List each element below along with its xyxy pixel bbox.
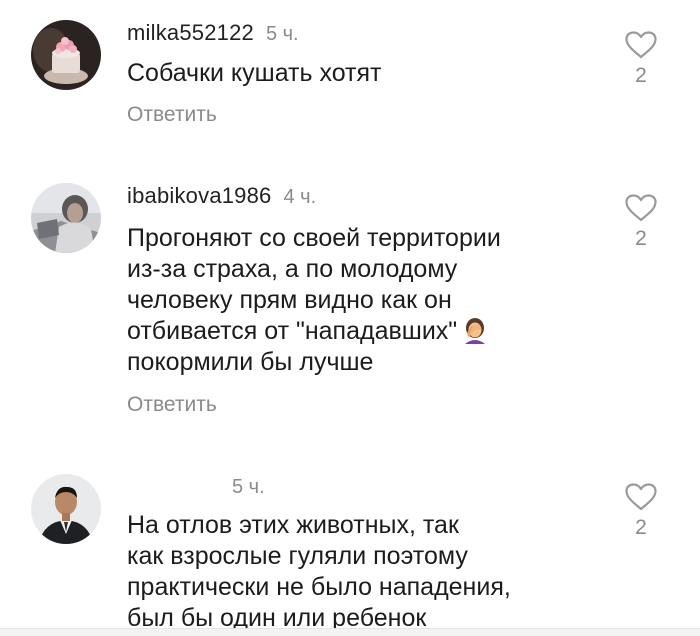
comment-line: был бы один или ребенок <box>127 604 427 628</box>
comment-meta: ibabikova1986 4 ч. <box>127 183 316 209</box>
comment-line: человеку прям видно как он <box>127 286 452 314</box>
comment-line: Прогоняют со своей территории <box>127 224 501 252</box>
like-count: 2 <box>635 516 647 539</box>
comment-time: 5 ч. <box>265 23 299 45</box>
comment-line: отбивается от "нападавших" <box>127 316 597 347</box>
username[interactable]: ibabikova1986 <box>127 183 272 208</box>
comment-line: Собачки кушать хотят <box>127 59 382 87</box>
comment-line: покормили бы лучше <box>127 348 374 376</box>
man-in-suit-avatar-icon <box>31 474 101 544</box>
facepalm-emoji-icon <box>461 316 489 344</box>
cake-photo-avatar-icon <box>31 20 101 90</box>
reply-button[interactable]: Ответить <box>127 103 217 127</box>
reply-button[interactable]: Ответить <box>127 393 217 417</box>
avatar[interactable] <box>31 474 101 544</box>
comment-meta: 5 ч. <box>232 473 265 499</box>
heart-icon <box>625 31 657 59</box>
comment-text: На отлов этих животных, так как взрослые… <box>127 510 597 628</box>
comment-line: На отлов этих животных, так <box>127 511 459 539</box>
like-button[interactable]: 2 <box>618 30 664 88</box>
heart-icon <box>625 194 657 222</box>
username[interactable]: milka552122 <box>127 20 254 45</box>
comment-text: Собачки кушать хотят <box>127 58 597 89</box>
heart-icon <box>625 483 657 511</box>
comment-line-text: отбивается от "нападавших" <box>127 317 458 345</box>
woman-photo-avatar-icon <box>31 183 101 253</box>
like-count: 2 <box>635 227 647 250</box>
comment-meta: milka552122 5 ч. <box>127 20 299 46</box>
like-button[interactable]: 2 <box>618 482 664 540</box>
comment-text: Прогоняют со своей территории из-за стра… <box>127 223 597 378</box>
comment-line: практически не было нападения, <box>127 573 511 601</box>
comment-line: из-за страха, а по молодому <box>127 255 458 283</box>
comment-line: как взрослые гуляли поэтому <box>127 542 468 570</box>
like-count: 2 <box>635 64 647 87</box>
like-button[interactable]: 2 <box>618 193 664 251</box>
comment-time: 5 ч. <box>232 476 265 498</box>
avatar[interactable] <box>31 20 101 90</box>
avatar[interactable] <box>31 183 101 253</box>
comment-time: 4 ч. <box>283 186 317 208</box>
